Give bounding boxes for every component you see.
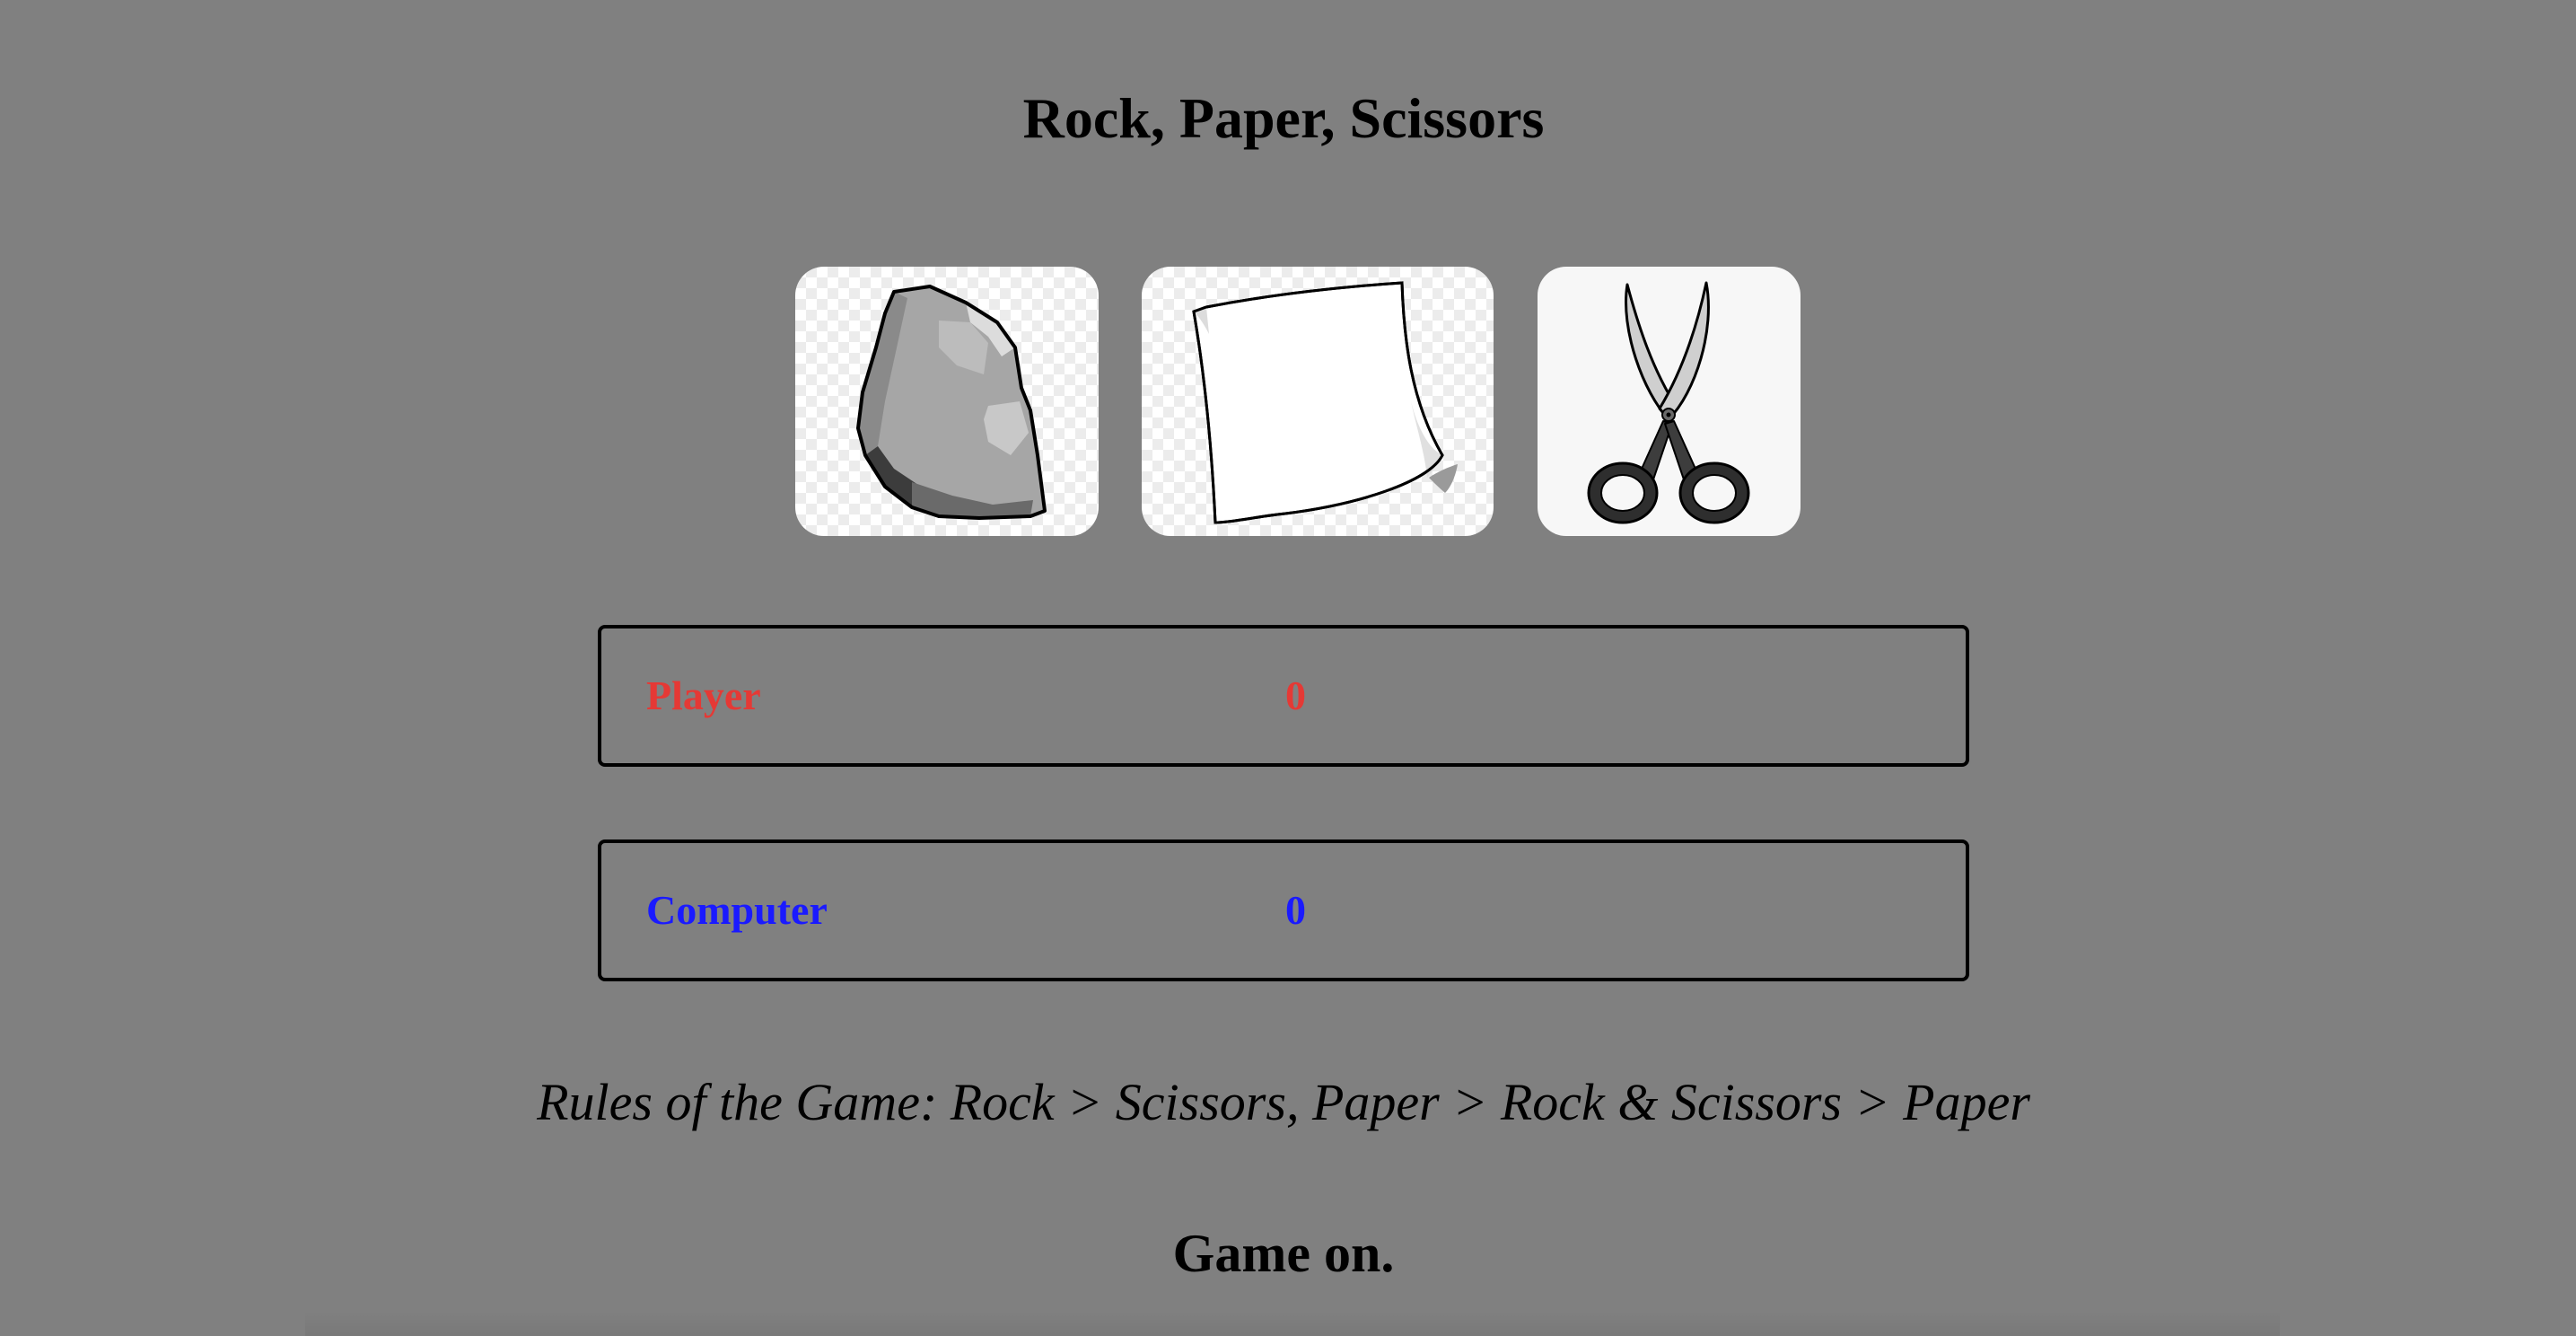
scissors-icon bbox=[1587, 281, 1750, 524]
game-status: Game on. bbox=[1172, 1224, 1395, 1283]
choice-buttons bbox=[0, 267, 2576, 536]
computer-score: 0 bbox=[1285, 887, 1306, 933]
computer-score-box: Computer 0 bbox=[598, 839, 1969, 981]
bottom-shadow bbox=[305, 1311, 2280, 1336]
paper-button[interactable] bbox=[1142, 267, 1494, 536]
paper-icon bbox=[1192, 281, 1458, 524]
rock-button[interactable] bbox=[795, 267, 1099, 536]
player-score-box: Player 0 bbox=[598, 625, 1969, 767]
player-label: Player bbox=[646, 672, 761, 718]
scissors-button[interactable] bbox=[1538, 267, 1801, 536]
player-score: 0 bbox=[1285, 672, 1306, 718]
rock-icon bbox=[856, 285, 1047, 520]
computer-label: Computer bbox=[646, 887, 828, 933]
page-title: Rock, Paper, Scissors bbox=[1022, 86, 1545, 150]
game-rules: Rules of the Game: Rock > Scissors, Pape… bbox=[537, 1073, 2030, 1131]
game-page: Rock, Paper, Scissors Player 0 Computer … bbox=[0, 0, 2576, 1336]
